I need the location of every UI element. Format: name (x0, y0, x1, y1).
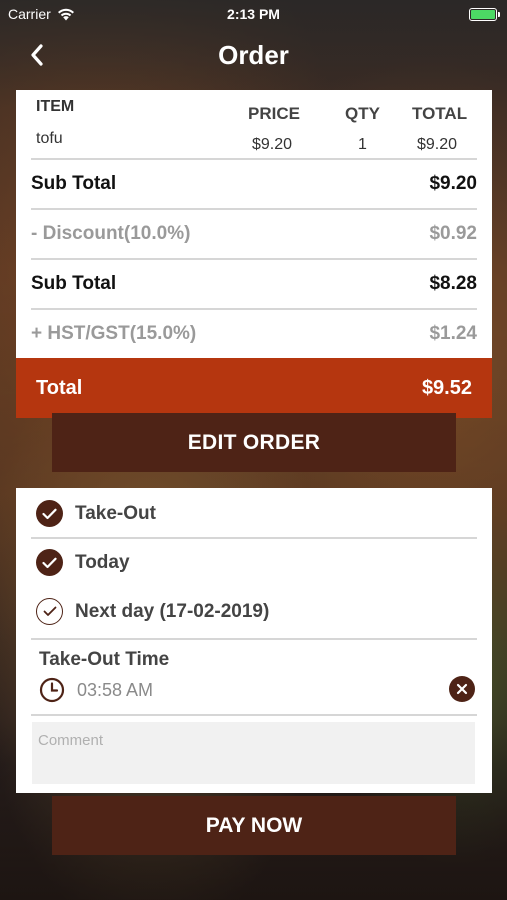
page-title: Order (218, 40, 289, 70)
option-take-out[interactable]: Take-Out (36, 500, 156, 527)
option-today[interactable]: Today (36, 549, 130, 576)
tax-label: + HST/GST(15.0%) (31, 323, 197, 344)
clear-time-button[interactable] (449, 676, 475, 702)
check-filled-icon (36, 549, 63, 576)
status-time: 2:13 PM (227, 6, 280, 22)
discounted-subtotal-value: $8.28 (429, 273, 477, 294)
column-header-price: PRICE (248, 104, 300, 123)
subtotal-row: Sub Total $9.20 (16, 160, 492, 208)
take-out-time-label: Take-Out Time (39, 649, 170, 670)
column-header-total: TOTAL (412, 104, 468, 123)
pay-now-button[interactable]: PAY NOW (52, 796, 456, 855)
clock-icon (39, 677, 65, 703)
subtotal-label: Sub Total (31, 173, 117, 194)
discount-label: - Discount(10.0%) (31, 223, 191, 244)
discount-row: - Discount(10.0%) $0.92 (16, 210, 492, 258)
tax-value: $1.24 (429, 323, 477, 344)
order-items-table: ITEM PRICE QTY TOTAL tofu $9.20 1 $9.20 (16, 90, 492, 158)
status-bar: Carrier 2:13 PM (0, 0, 507, 28)
tax-row: + HST/GST(15.0%) $1.24 (16, 310, 492, 358)
option-next-day-label: Next day (17-02-2019) (75, 600, 270, 622)
option-today-label: Today (75, 551, 130, 573)
total-value: $9.52 (421, 376, 472, 399)
divider (31, 638, 477, 640)
take-out-time-value: 03:58 AM (77, 679, 154, 700)
item-qty: 1 (358, 136, 367, 153)
check-filled-icon (36, 500, 63, 527)
option-take-out-label: Take-Out (75, 502, 156, 524)
column-header-item: ITEM (36, 98, 75, 115)
order-options-card: Take-Out Today Next day (17-02-2019) Tak… (16, 488, 492, 793)
nav-bar: Order (0, 30, 507, 80)
take-out-time-field[interactable]: 03:58 AM (39, 677, 153, 703)
total-row: Total $9.52 (16, 358, 492, 418)
close-icon (456, 683, 468, 695)
discounted-subtotal-row: Sub Total $8.28 (16, 260, 492, 308)
total-label: Total (36, 376, 83, 399)
discount-value: $0.92 (429, 223, 477, 244)
option-next-day[interactable]: Next day (17-02-2019) (36, 598, 269, 625)
column-header-qty: QTY (345, 104, 380, 123)
battery-icon (469, 8, 500, 21)
divider (31, 714, 477, 716)
divider (31, 537, 477, 539)
item-name: tofu (36, 130, 63, 147)
item-total: $9.20 (417, 136, 458, 153)
order-summary-card: ITEM PRICE QTY TOTAL tofu $9.20 1 $9.20 … (16, 90, 492, 418)
subtotal-value: $9.20 (429, 173, 477, 194)
comment-input[interactable] (32, 722, 475, 784)
check-outline-icon (36, 598, 63, 625)
edit-order-button[interactable]: EDIT ORDER (52, 413, 456, 472)
discounted-subtotal-label: Sub Total (31, 273, 117, 294)
item-price: $9.20 (252, 136, 293, 153)
